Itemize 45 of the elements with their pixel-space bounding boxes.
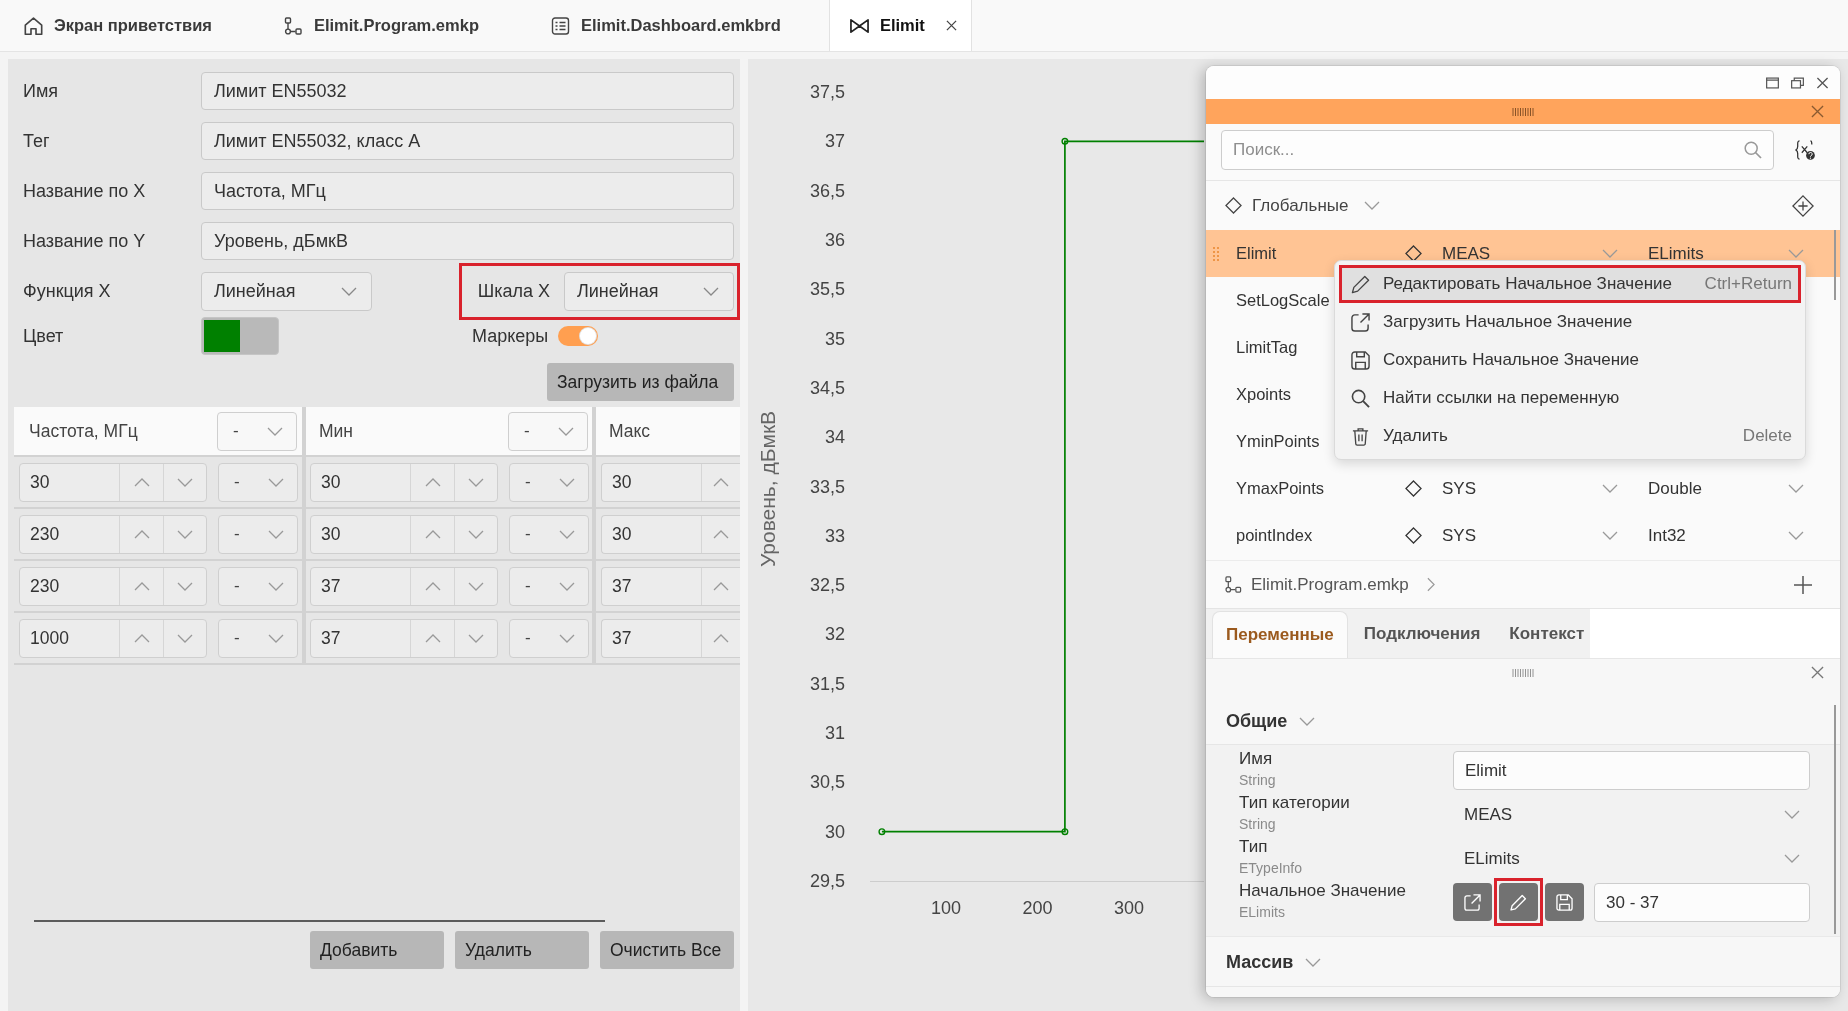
y-tick-label: 33,5 [809,476,845,497]
property-type: ETypeInfo [1239,859,1303,878]
y-tick-label: 32 [824,624,845,645]
variable-name: pointIndex [1236,526,1313,545]
y-tick-label: 31,5 [809,673,845,694]
y-tick-label: 36,5 [809,180,845,201]
field-label: Тег [23,130,51,152]
y-tick-label: 33 [824,525,845,546]
y-tick-label: 30,5 [809,772,845,793]
property-type: String [1239,815,1276,834]
y-tick-label: 34 [824,427,845,448]
keyboard-shortcut: Ctrl+Return [1704,274,1792,294]
property-type: ELimits [1239,903,1285,922]
field-label: Цвет [23,325,65,347]
property-type: String [1239,771,1276,790]
field-label: Маркеры [472,325,549,347]
keyboard-shortcut: Delete [1742,426,1792,446]
x-tick-label: 100 [930,898,961,918]
column-header: Частота, МГц [29,420,138,442]
y-tick-label: 36 [824,229,845,250]
field-label: Шкала X [477,280,550,302]
field-label: Функция X [23,280,112,302]
y-axis-title: Уровень, дБмкВ [755,410,779,568]
y-tick-label: 37,5 [809,82,845,102]
column-header: Мин [319,420,354,442]
y-tick-label: 34,5 [809,377,845,398]
y-tick-label: 32,5 [809,575,845,596]
column-header: Макс [609,420,651,442]
field-label: Название по X [23,180,147,202]
field-label: Название по Y [23,230,147,252]
property-name: Тип [1239,836,1268,858]
y-tick-label: 37 [824,131,845,152]
y-tick-label: 30 [824,821,845,842]
y-tick-label: 29,5 [809,871,845,891]
variable-name: YmaxPoints [1236,479,1325,498]
y-tick-label: 35,5 [809,279,845,300]
y-tick-label: 35 [824,328,845,349]
property-name: Начальное Значение [1239,880,1406,902]
variable-name: Elimit [1236,244,1277,263]
y-tick-label: 31 [824,723,845,744]
x-tick-label: 200 [1022,898,1053,918]
property-name: Тип категории [1239,792,1350,814]
x-tick-label: 300 [1113,898,1144,918]
field-label: Имя [23,80,60,102]
property-name: Имя [1239,748,1273,770]
